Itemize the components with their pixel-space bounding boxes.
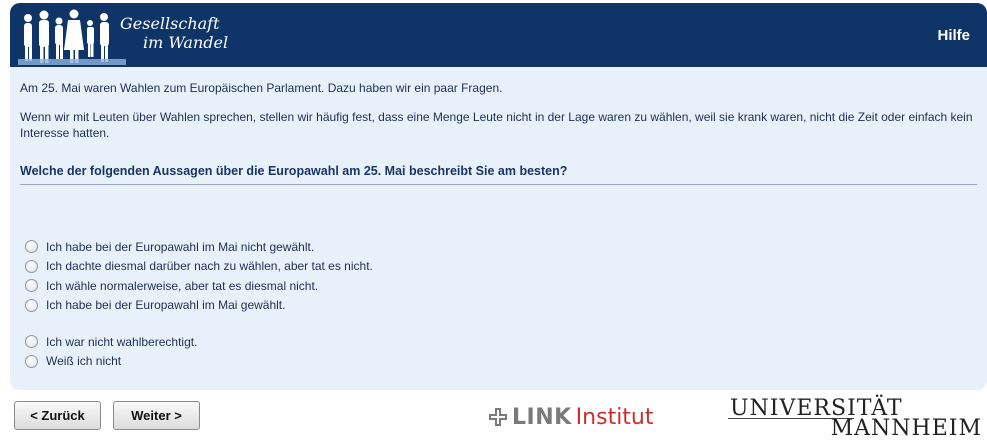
option-label: Weiß ich nicht (46, 354, 122, 369)
answer-options: Ich habe bei der Europawahl im Mai nicht… (25, 237, 373, 371)
institut-word: Institut (575, 404, 654, 430)
radio-button[interactable] (25, 279, 38, 293)
option-label: Ich dachte diesmal darüber nach zu wähle… (46, 259, 373, 274)
option-label: Ich war nicht wahlberechtigt. (46, 334, 198, 349)
radio-button[interactable] (25, 240, 38, 254)
header-bar: Gesellschaft im Wandel Hilfe (10, 3, 987, 67)
option-voted[interactable]: Ich habe bei der Europawahl im Mai gewäh… (25, 296, 373, 316)
option-dont-know[interactable]: Weiß ich nicht (25, 352, 373, 372)
option-label: Ich wähle normalerweise, aber tat es die… (46, 278, 319, 293)
option-label: Ich habe bei der Europawahl im Mai gewäh… (46, 298, 286, 313)
uni-line-2: MANNHEIM (830, 416, 982, 441)
option-considered-voting[interactable]: Ich dachte diesmal darüber nach zu wähle… (25, 257, 373, 277)
option-usually-vote[interactable]: Ich wähle normalerweise, aber tat es die… (25, 276, 373, 296)
option-not-eligible[interactable]: Ich war nicht wahlberechtigt. (25, 332, 373, 352)
option-label: Ich habe bei der Europawahl im Mai nicht… (46, 239, 315, 254)
radio-button[interactable] (25, 354, 38, 368)
link-institut-logo: LINK Institut (488, 402, 654, 432)
radio-button[interactable] (25, 298, 38, 312)
help-link[interactable]: Hilfe (937, 27, 970, 44)
university-mannheim-logo: UNIVERSITÄT MANNHEIM (728, 396, 986, 441)
link-word: LINK (512, 404, 572, 430)
radio-button[interactable] (25, 259, 38, 273)
survey-panel: Am 25. Mai waren Wahlen zum Europäischen… (10, 67, 987, 390)
intro-paragraph-1: Am 25. Mai waren Wahlen zum Europäischen… (20, 81, 503, 95)
question-title: Welche der folgenden Aussagen über die E… (20, 164, 977, 185)
logo-line-1: Gesellschaft (120, 14, 220, 33)
logo-wordmark: Gesellschaft im Wandel (120, 14, 228, 52)
people-silhouettes-logo (18, 9, 126, 65)
plus-mark-icon (489, 408, 507, 426)
next-button[interactable]: Weiter > (113, 401, 200, 430)
intro-text: Am 25. Mai waren Wahlen zum Europäischen… (20, 80, 975, 154)
back-button[interactable]: < Zurück (14, 401, 101, 430)
logo-line-2: im Wandel (143, 33, 229, 52)
radio-button[interactable] (25, 335, 38, 349)
option-not-voted[interactable]: Ich habe bei der Europawahl im Mai nicht… (25, 237, 373, 257)
intro-paragraph-2: Wenn wir mit Leuten über Wahlen sprechen… (20, 110, 973, 140)
